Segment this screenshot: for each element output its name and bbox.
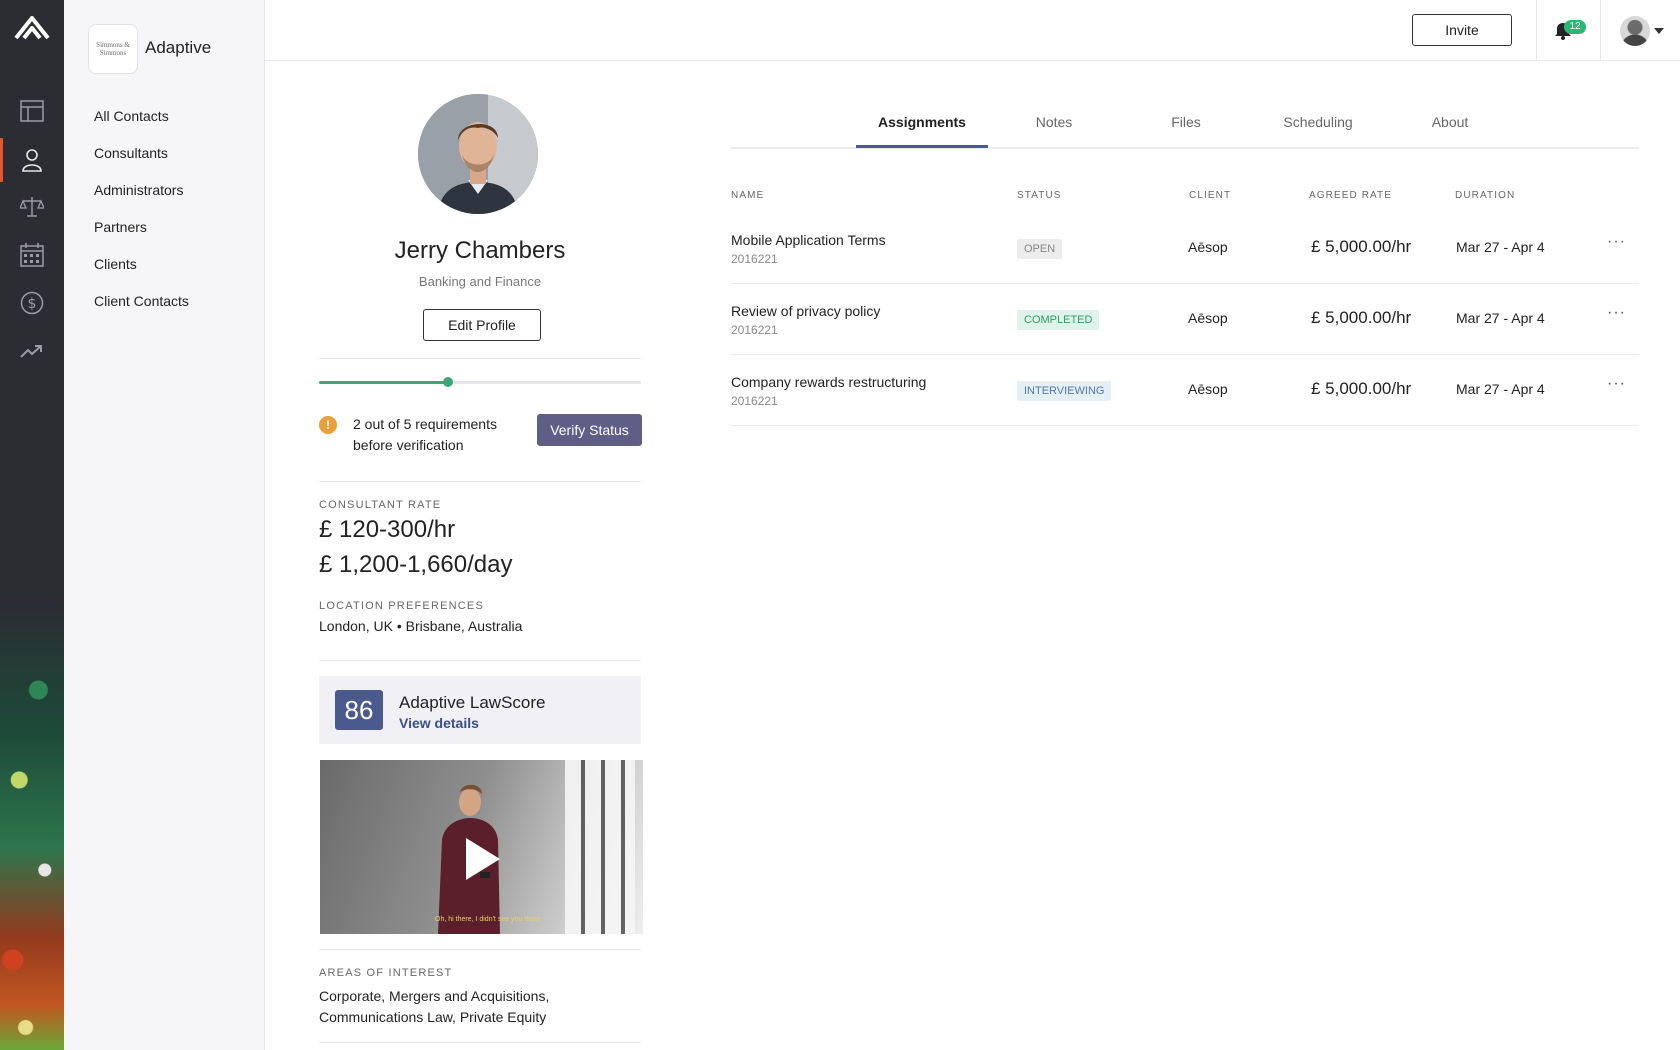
verification-progress-bar — [319, 377, 641, 387]
divider — [319, 660, 641, 661]
status-badge: COMPLETED — [1017, 310, 1100, 330]
contacts-sidebar: Simmons & Simmons Adaptive All Contacts … — [64, 0, 265, 1050]
assignment-name[interactable]: Mobile Application Terms — [731, 232, 886, 248]
sidebar-item-consultants[interactable]: Consultants — [94, 145, 189, 182]
assignment-id: 2016221 — [731, 323, 778, 337]
profile-tabs: Assignments Notes Files Scheduling About — [731, 100, 1639, 149]
assignment-name[interactable]: Company rewards restructuring — [731, 374, 926, 390]
video-window-backdrop — [565, 760, 635, 934]
user-avatar[interactable] — [1620, 16, 1650, 46]
sidebar-item-all-contacts[interactable]: All Contacts — [94, 108, 189, 145]
topbar-divider — [1536, 0, 1537, 61]
scales-icon[interactable] — [18, 193, 46, 221]
decorative-artwork — [0, 600, 64, 1050]
tab-scheduling[interactable]: Scheduling — [1252, 114, 1384, 130]
rate-hourly: £ 120-300/hr — [319, 516, 456, 543]
notification-count-badge: 12 — [1564, 20, 1586, 34]
tab-about[interactable]: About — [1384, 114, 1516, 130]
column-header-name[interactable]: NAME — [731, 190, 764, 201]
firm-logo[interactable]: Simmons & Simmons — [88, 24, 138, 74]
duration: Mar 27 - Apr 4 — [1456, 310, 1545, 326]
sidebar-item-administrators[interactable]: Administrators — [94, 182, 189, 219]
requirements-text: 2 out of 5 requirements before verificat… — [353, 416, 497, 453]
firm-name: Adaptive — [145, 38, 212, 57]
status-badge: OPEN — [1017, 239, 1063, 259]
location-preferences-label: LOCATION PREFERENCES — [319, 600, 484, 612]
sidebar-item-partners[interactable]: Partners — [94, 219, 189, 256]
consultant-rate-label: CONSULTANT RATE — [319, 499, 442, 511]
tab-notes[interactable]: Notes — [988, 114, 1120, 130]
view-details-link[interactable]: View details — [399, 715, 479, 731]
agreed-rate: £ 5,000.00/hr — [1311, 379, 1412, 398]
divider — [319, 949, 641, 950]
sidebar-item-client-contacts[interactable]: Client Contacts — [94, 293, 189, 330]
column-header-agreed-rate[interactable]: AGREED RATE — [1309, 190, 1392, 201]
client-name: Aēsop — [1188, 310, 1228, 326]
progress-knob — [442, 377, 453, 387]
edit-profile-button[interactable]: Edit Profile — [423, 309, 541, 341]
dashboard-icon[interactable] — [18, 97, 46, 125]
sidebar-item-clients[interactable]: Clients — [94, 256, 189, 293]
divider — [319, 481, 641, 482]
adaptive-logo-icon[interactable] — [12, 14, 52, 42]
video-caption: Oh, hi there, I didn't see you there — [435, 916, 541, 923]
profile-photo — [418, 94, 538, 214]
trending-icon[interactable] — [18, 337, 46, 365]
calendar-icon[interactable] — [18, 241, 46, 269]
profile-practice-area: Banking and Finance — [418, 274, 542, 289]
tab-assignments[interactable]: Assignments — [856, 114, 988, 130]
play-icon[interactable] — [466, 838, 500, 880]
profile-video[interactable]: Oh, hi there, I didn't see you there — [320, 760, 643, 934]
table-row[interactable]: Review of privacy policy 2016221 COMPLET… — [731, 284, 1639, 355]
rate-daily: £ 1,200-1,660/day — [319, 551, 513, 578]
duration: Mar 27 - Apr 4 — [1456, 239, 1545, 255]
more-options-icon[interactable]: ··· — [1607, 304, 1626, 322]
chevron-down-icon[interactable] — [1654, 28, 1664, 34]
duration: Mar 27 - Apr 4 — [1456, 381, 1545, 397]
client-name: Aēsop — [1188, 381, 1228, 397]
more-options-icon[interactable]: ··· — [1607, 233, 1626, 251]
firm-logo-text: Simmons & Simmons — [96, 41, 130, 57]
icon-rail: $ — [0, 0, 64, 1050]
topbar-divider — [1600, 0, 1601, 61]
agreed-rate: £ 5,000.00/hr — [1311, 237, 1412, 256]
sidebar-menu: All Contacts Consultants Administrators … — [94, 108, 189, 330]
assignment-id: 2016221 — [731, 394, 778, 408]
location-preferences: London, UK • Brisbane, Australia — [319, 618, 523, 634]
svg-text:$: $ — [28, 296, 37, 312]
column-header-client[interactable]: CLIENT — [1189, 190, 1231, 201]
active-tab-indicator — [856, 145, 988, 148]
lawscore-card: 86 Adaptive LawScore View details — [319, 676, 641, 744]
tab-files[interactable]: Files — [1120, 114, 1252, 130]
contacts-icon[interactable] — [0, 138, 46, 182]
progress-fill — [319, 381, 448, 384]
divider — [319, 1042, 641, 1043]
divider — [319, 358, 641, 359]
lawscore-value: 86 — [335, 690, 383, 730]
assignment-id: 2016221 — [731, 252, 778, 266]
more-options-icon[interactable]: ··· — [1607, 375, 1626, 393]
profile-name: Jerry Chambers — [394, 237, 566, 264]
lawscore-title: Adaptive LawScore — [399, 693, 546, 712]
status-badge: INTERVIEWING — [1017, 381, 1112, 401]
column-header-status[interactable]: STATUS — [1017, 190, 1062, 201]
table-row[interactable]: Mobile Application Terms 2016221 OPEN Aē… — [731, 213, 1639, 284]
areas-of-interest: Corporate, Mergers and Acquisitions, Com… — [319, 988, 550, 1025]
agreed-rate: £ 5,000.00/hr — [1311, 308, 1412, 327]
column-header-duration[interactable]: DURATION — [1455, 190, 1515, 201]
assignment-name[interactable]: Review of privacy policy — [731, 303, 880, 319]
client-name: Aēsop — [1188, 239, 1228, 255]
dollar-icon[interactable]: $ — [18, 289, 46, 317]
invite-button[interactable]: Invite — [1412, 14, 1512, 46]
verify-status-button[interactable]: Verify Status — [537, 414, 642, 446]
areas-of-interest-label: AREAS OF INTEREST — [319, 967, 453, 979]
table-row[interactable]: Company rewards restructuring 2016221 IN… — [731, 355, 1639, 426]
warning-icon: ! — [319, 416, 337, 434]
